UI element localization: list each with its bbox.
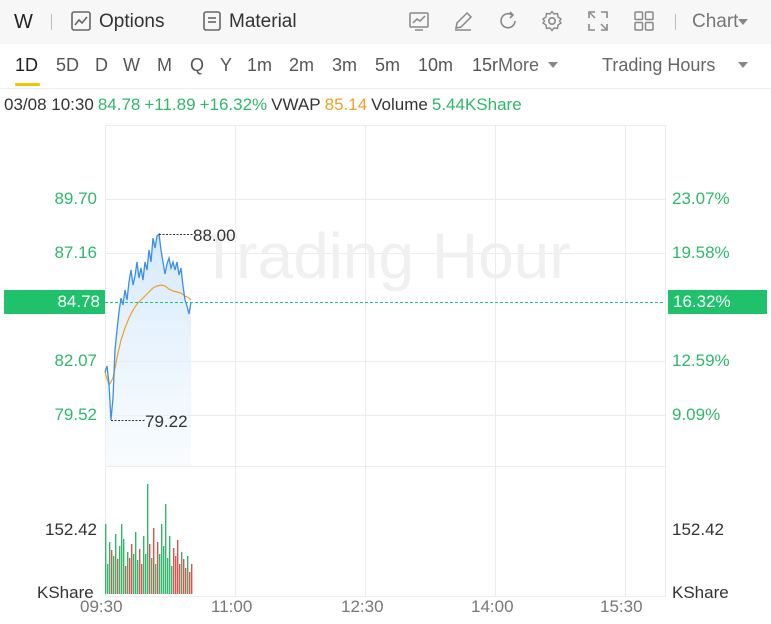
- volume-bar: [133, 554, 135, 594]
- volume-bar: [111, 550, 113, 594]
- volume-axis-left: 152.42: [45, 520, 97, 539]
- left-axis-label: 79.52: [54, 405, 97, 424]
- x-axis-label: 14:00: [471, 597, 514, 616]
- volume-bar: [191, 564, 193, 594]
- high-price-label: 88.00: [193, 226, 236, 245]
- volume-bar: [157, 542, 159, 594]
- volume-bar: [121, 524, 123, 594]
- volume-axis-right: 152.42: [672, 520, 724, 539]
- right-axis-label: 9.09%: [672, 405, 721, 424]
- current-pct-tag: 16.32%: [668, 290, 767, 314]
- x-axis-label: 11:00: [211, 597, 253, 616]
- volume-bar: [105, 524, 107, 594]
- volume-bar: [117, 559, 119, 594]
- volume-bar: [187, 556, 189, 594]
- volume-bar: [175, 556, 177, 594]
- low-price-label: 79.22: [145, 412, 188, 431]
- volume-bar: [113, 556, 115, 594]
- current-price-tag-text: 84.78: [57, 292, 100, 311]
- volume-bar: [155, 564, 157, 594]
- volume-bar: [185, 568, 187, 594]
- volume-bar: [131, 544, 133, 594]
- volume-bar: [177, 540, 179, 594]
- volume-bar: [153, 528, 155, 594]
- x-axis-label: 15:30: [600, 597, 643, 616]
- volume-bar: [129, 558, 131, 594]
- x-axis-label: 12:30: [341, 597, 384, 616]
- volume-bar: [183, 559, 185, 594]
- volume-bar: [167, 558, 169, 594]
- volume-bar: [135, 532, 137, 594]
- volume-bar: [107, 564, 109, 594]
- volume-bar: [115, 534, 117, 594]
- volume-unit-right: KShare: [672, 583, 729, 602]
- volume-bar: [161, 524, 163, 594]
- volume-bar: [171, 566, 173, 594]
- volume-bar: [181, 552, 183, 594]
- volume-bar: [125, 566, 127, 594]
- watermark-text: Trading Hour: [199, 220, 570, 292]
- volume-bar: [149, 544, 151, 594]
- current-price-tag: 84.78: [4, 290, 105, 314]
- volume-bar: [119, 546, 121, 594]
- volume-bar: [147, 484, 149, 594]
- left-axis-label: 89.70: [54, 189, 97, 208]
- volume-bar: [123, 539, 125, 594]
- volume-bar: [163, 546, 165, 594]
- left-axis-label: 82.07: [54, 351, 97, 370]
- volume-bars: [105, 484, 193, 594]
- volume-bar: [189, 572, 191, 594]
- right-axis-label: 23.07%: [672, 189, 730, 208]
- volume-bar: [109, 542, 111, 594]
- volume-bar: [137, 560, 139, 594]
- volume-bar: [159, 554, 161, 594]
- price-chart[interactable]: Trading Hour 88.00 79.22: [0, 0, 771, 624]
- volume-bar: [179, 564, 181, 594]
- right-axis-label: 12.59%: [672, 351, 730, 370]
- volume-bar: [165, 504, 167, 594]
- volume-bar: [143, 536, 145, 594]
- x-axis-label: 09:30: [80, 597, 123, 616]
- left-axis-label: 87.16: [54, 243, 97, 262]
- current-pct-tag-text: 16.32%: [673, 292, 731, 311]
- volume-bar: [141, 564, 143, 594]
- volume-bar: [139, 549, 141, 594]
- volume-bar: [151, 558, 153, 594]
- volume-bar: [169, 536, 171, 594]
- right-axis-label: 19.58%: [672, 243, 730, 262]
- volume-bar: [173, 548, 175, 594]
- volume-bar: [127, 552, 129, 594]
- volume-bar: [145, 554, 147, 594]
